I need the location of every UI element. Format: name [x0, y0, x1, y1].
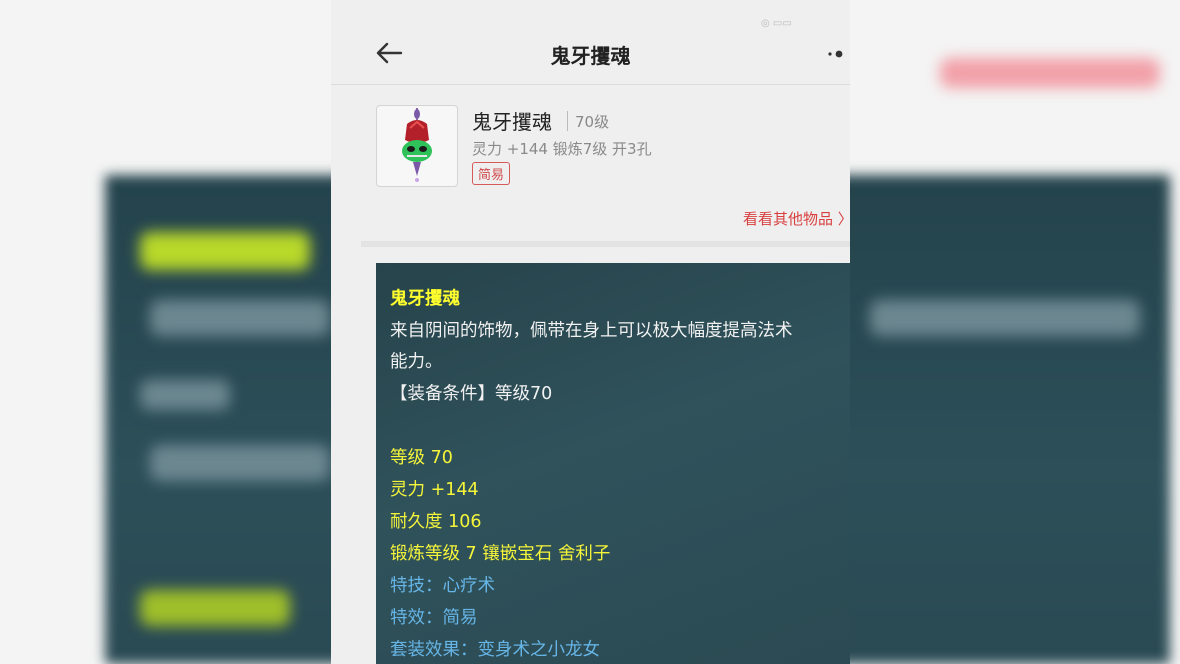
phone-screen: ◎ ▭▭ 鬼牙攫魂 鬼牙攫魂 70级 灵力 +144 锻炼7级 开3孔 简易 看…	[331, 0, 850, 664]
blurred-text-left	[150, 300, 330, 336]
item-stats: 灵力 +144 锻炼7级 开3孔	[472, 140, 652, 158]
item-name: 鬼牙攫魂	[472, 110, 552, 134]
item-level: 70级	[575, 113, 610, 131]
item-description-panel: 鬼牙攫魂 来自阴间的饰物，佩带在身上可以极大幅度提高法术 能力。 【装备条件】等…	[376, 263, 850, 664]
background-right	[850, 0, 1180, 664]
blurred-text-left-2	[140, 380, 230, 410]
stat-forge: 锻炼等级 7 镶嵌宝石 舍利子	[390, 544, 611, 564]
stat-spirit: 灵力 +144	[390, 480, 479, 500]
blurred-highlight-left	[140, 232, 310, 270]
blurred-text-right	[870, 300, 1140, 336]
more-button[interactable]	[827, 46, 850, 60]
top-nav-bar: 鬼牙攫魂	[331, 22, 850, 85]
page-title: 鬼牙攫魂	[550, 44, 631, 68]
special-effect: 特效：简易	[390, 608, 478, 628]
background-left	[0, 0, 331, 664]
stat-level: 等级 70	[390, 448, 453, 468]
name-separator	[567, 111, 568, 131]
blurred-text-left-3	[150, 445, 330, 481]
stat-durability: 耐久度 106	[390, 512, 482, 532]
tag-simple: 简易	[472, 162, 511, 185]
blurred-panel-right	[850, 175, 1170, 664]
blurred-highlight-left-2	[140, 590, 290, 626]
special-skill: 特技：心疗术	[390, 576, 495, 596]
view-other-items-link[interactable]: 看看其他物品 〉	[743, 208, 850, 229]
desc-title: 鬼牙攫魂	[390, 289, 460, 309]
item-thumbnail[interactable]	[376, 105, 458, 187]
desc-requirement: 【装备条件】等级70	[390, 384, 553, 404]
item-summary-card: 鬼牙攫魂 70级 灵力 +144 锻炼7级 开3孔 简易 看看其他物品 〉	[331, 84, 850, 244]
more-dots-icon	[828, 50, 843, 58]
item-pendant-icon	[402, 108, 432, 182]
desc-text-line-2: 能力。	[390, 352, 443, 372]
blurred-red-link-right	[940, 58, 1160, 88]
desc-text-line-1: 来自阴间的饰物，佩带在身上可以极大幅度提高法术	[390, 321, 793, 341]
set-effect: 套装效果：变身术之小龙女	[390, 640, 600, 660]
section-divider	[361, 241, 850, 247]
